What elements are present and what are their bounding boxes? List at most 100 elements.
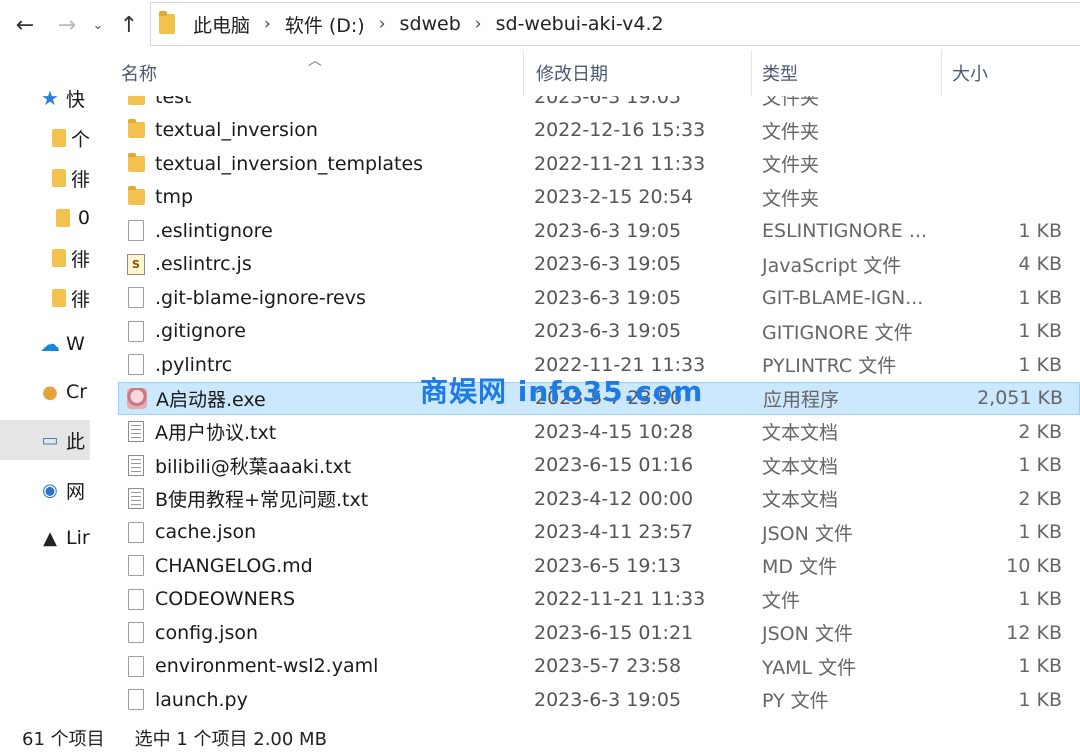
file-type: 文件夹 [762, 187, 820, 210]
file-row[interactable]: .eslintignore 2023-6-3 19:05 ESLINTIGNORE … [118, 214, 1080, 248]
back-button[interactable]: ← [10, 8, 40, 42]
navigation-toolbar: ← → ⌄ ↑ 此电脑 › 软件 (D:) › sdweb › sd-webui-aki-v… [0, 0, 1080, 50]
file-name: .eslintrc.js [155, 253, 252, 276]
file-date: 2022-11-21 11:33 [534, 588, 706, 611]
file-size: 10 KB [1006, 554, 1062, 577]
column-header-size[interactable]: 大小 [942, 50, 1072, 96]
file-type: JSON 文件 [762, 623, 853, 646]
status-bar: 61 个项目 选中 1 个项目 2.00 MB [0, 723, 1080, 753]
nav-item[interactable]: ▲ Lir [0, 518, 90, 558]
nav-item[interactable]: ▭ 此 [0, 420, 90, 460]
breadcrumb-separator-icon[interactable]: › [379, 14, 386, 34]
file-icon [126, 287, 146, 309]
exe-icon [127, 387, 147, 409]
network-icon: ◉ [42, 479, 58, 501]
text-file-icon [126, 421, 146, 443]
column-header-type[interactable]: 类型 [752, 50, 942, 96]
up-button[interactable]: ↑ [114, 8, 144, 42]
file-row[interactable]: S .eslintrc.js 2023-6-3 19:05 JavaScript 文件… [118, 248, 1080, 282]
file-row[interactable]: A用户协议.txt 2023-4-15 10:28 文本文档 2 KB [118, 415, 1080, 449]
arrow-right-icon: → [57, 12, 77, 38]
star-icon: ★ [41, 86, 59, 110]
address-bar[interactable]: 此电脑 › 软件 (D:) › sdweb › sd-webui-aki-v4.2 [150, 2, 1080, 46]
nav-item[interactable]: ◉ 网 [0, 470, 90, 510]
file-icon [126, 354, 146, 376]
file-name: textual_inversion [155, 119, 318, 142]
file-name: A用户协议.txt [155, 422, 277, 445]
file-date: 2022-12-16 15:33 [534, 119, 706, 142]
navigation-pane-gutter [90, 50, 118, 723]
nav-item-label: 0 [77, 207, 90, 229]
file-row[interactable]: bilibili@秋葉aaaki.txt 2023-6-15 01:16 文本文档 1… [118, 449, 1080, 483]
nav-item[interactable]: 0 [0, 198, 90, 238]
file-name: textual_inversion_templates [155, 152, 424, 175]
nav-item[interactable]: 徘 [0, 158, 90, 198]
file-row[interactable]: CHANGELOG.md 2023-6-5 19:13 MD 文件 10 KB [118, 549, 1080, 583]
nav-item[interactable]: 个 [0, 118, 90, 158]
arrow-left-icon: ← [15, 12, 35, 38]
breadcrumb-separator-icon[interactable]: › [264, 14, 271, 34]
file-name-cell: B使用教程+常见问题.txt [118, 485, 524, 512]
column-header-name[interactable]: ︿ 名称 [118, 50, 524, 96]
file-row[interactable]: .git-blame-ignore-revs 2023-6-3 19:05 GIT-… [118, 281, 1080, 315]
file-size: 1 KB [1018, 353, 1062, 376]
nav-item[interactable]: ☁ W [0, 324, 90, 364]
forward-button[interactable]: → [52, 8, 82, 42]
file-name-cell: cache.json [118, 521, 524, 543]
folder-icon [126, 152, 146, 175]
file-name: B使用教程+常见问题.txt [155, 489, 369, 512]
file-name: .pylintrc [155, 353, 233, 376]
file-row[interactable]: textual_inversion 2022-12-16 15:33 文件夹 [118, 114, 1080, 148]
file-size: 12 KB [1006, 621, 1062, 644]
breadcrumb-item[interactable]: sdweb [400, 13, 461, 35]
nav-item[interactable]: 徘 [0, 278, 90, 318]
recent-locations-button[interactable]: ⌄ [86, 8, 110, 42]
file-row[interactable]: launch.py 2023-6-3 19:05 PY 文件 1 KB [118, 683, 1080, 717]
column-header-date[interactable]: 修改日期 [524, 50, 752, 96]
nav-item-label: 此 [66, 430, 86, 453]
file-name-cell: .gitignore [118, 320, 524, 342]
folder-icon [52, 166, 67, 190]
file-type: JSON 文件 [762, 522, 853, 545]
nav-item-label: W [66, 333, 85, 355]
column-type-label: 类型 [762, 64, 798, 85]
file-size: 2 KB [1018, 420, 1062, 443]
file-date: 2023-4-12 00:00 [534, 487, 694, 510]
folder-icon [52, 246, 67, 270]
file-size: 1 KB [1018, 588, 1062, 611]
file-date: 2023-6-3 19:05 [534, 320, 682, 343]
breadcrumb-item[interactable]: 此电脑 [193, 11, 250, 38]
file-name: CODEOWNERS [155, 588, 296, 611]
file-icon [126, 220, 146, 242]
file-name-cell: bilibili@秋葉aaaki.txt [118, 452, 524, 479]
file-name: .git-blame-ignore-revs [155, 286, 366, 309]
breadcrumb-item[interactable]: sd-webui-aki-v4.2 [496, 13, 664, 35]
nav-item[interactable]: ★ 快 [0, 78, 90, 118]
file-row[interactable]: textual_inversion_templates 2022-11-21 11… [118, 147, 1080, 181]
nav-item[interactable]: ● Cr [0, 372, 90, 412]
file-type: PY 文件 [762, 690, 829, 713]
file-icon [126, 320, 146, 342]
breadcrumb-item[interactable]: 软件 (D:) [285, 11, 365, 38]
file-row[interactable]: environment-wsl2.yaml 2023-5-7 23:58 YAML … [118, 650, 1080, 684]
column-header: ︿ 名称 修改日期 类型 大小 [118, 50, 1080, 96]
file-type: GITIGNORE 文件 [762, 321, 913, 344]
file-date: 2023-6-5 19:13 [534, 554, 682, 577]
file-row[interactable]: config.json 2023-6-15 01:21 JSON 文件 12 KB [118, 616, 1080, 650]
folder-icon [52, 126, 67, 150]
file-date: 2023-6-3 19:05 [534, 219, 682, 242]
file-row[interactable]: CODEOWNERS 2022-11-21 11:33 文件 1 KB [118, 583, 1080, 617]
file-icon [126, 555, 146, 577]
file-row[interactable]: tmp 2023-2-15 20:54 文件夹 [118, 181, 1080, 215]
file-row[interactable]: cache.json 2023-4-11 23:57 JSON 文件 1 KB [118, 516, 1080, 550]
column-size-label: 大小 [952, 64, 988, 85]
file-type: MD 文件 [762, 556, 838, 579]
breadcrumb-separator-icon[interactable]: › [475, 14, 482, 34]
file-row[interactable]: B使用教程+常见问题.txt 2023-4-12 00:00 文本文档 2 KB [118, 482, 1080, 516]
file-row[interactable]: .gitignore 2023-6-3 19:05 GITIGNORE 文件 1 KB [118, 315, 1080, 349]
item-count: 61 个项目 [22, 729, 105, 750]
file-name-cell: CHANGELOG.md [118, 555, 524, 577]
nav-item[interactable]: 徘 [0, 238, 90, 278]
file-type: PYLINTRC 文件 [762, 355, 897, 378]
sort-ascending-icon: ︿ [308, 53, 322, 69]
